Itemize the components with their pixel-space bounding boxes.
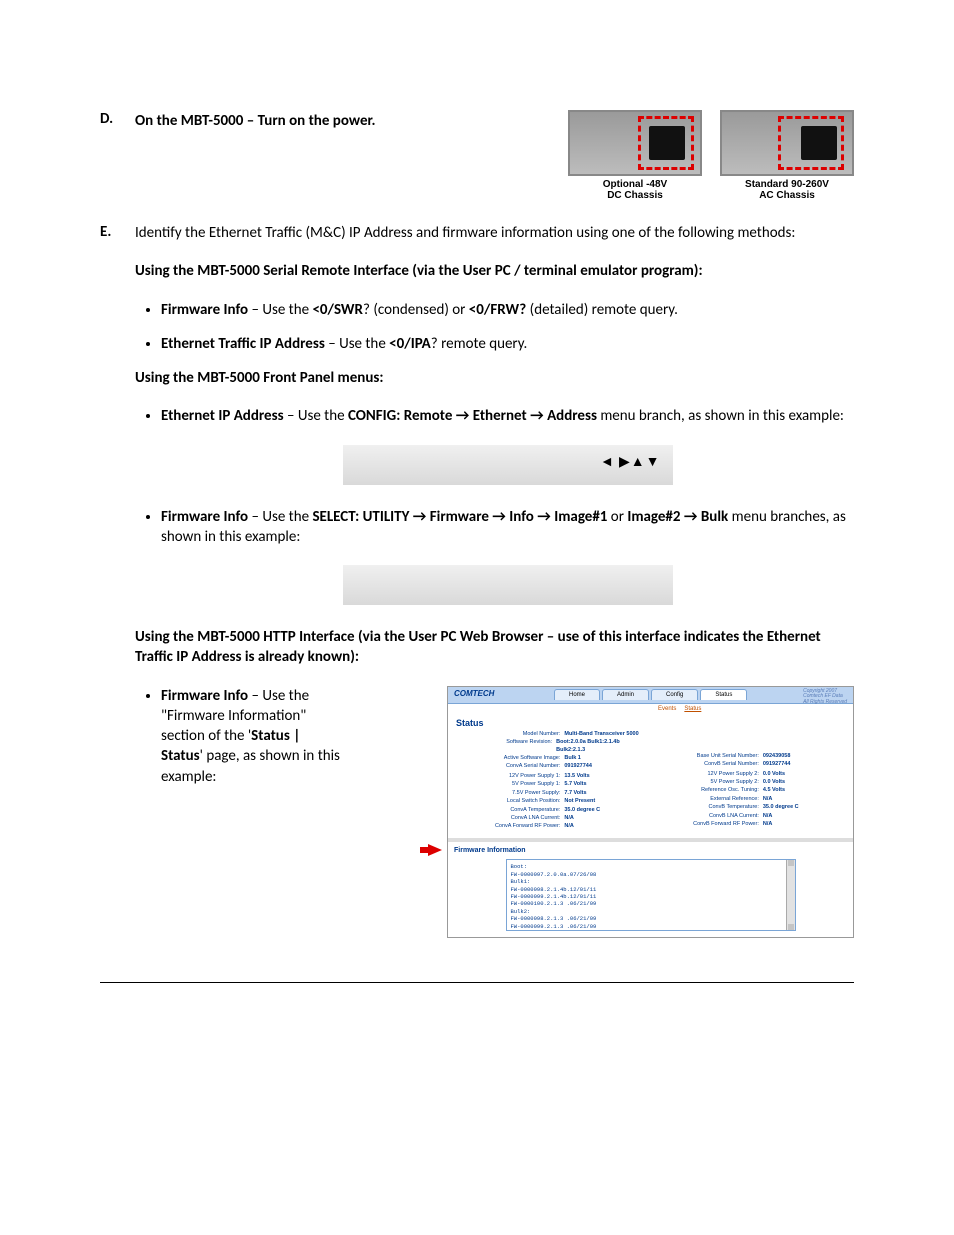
status-row: Model Number:Multi-Band Transceiver 5000 [460,731,643,738]
frontpanel-bullets: Ethernet IP Address – Use the CONFIG: Re… [135,406,854,605]
firmware-line: FW-0000100.2.1.3 .06/21/09 [511,900,791,907]
status-row: ConvB Temperature:35.0 degree C [658,804,841,811]
status-columns: Model Number:Multi-Band Transceiver 5000… [448,731,853,838]
photo2-caption-l2: AC Chassis [759,190,815,201]
http-bullets: Firmware Info – Use the "Firmware Inform… [135,686,854,938]
subtab-events[interactable]: Events [658,705,676,713]
firmware-section: Firmware Information Boot:FW-0000097.2.0… [448,838,853,931]
firmware-line: Bulk2: [511,908,791,915]
firmware-line: FW-0000098.2.1.3 .06/21/09 [511,915,791,922]
lcd-display-2 [343,565,673,605]
red-arrow-icon [428,844,442,856]
status-row: Local Switch Position:Not Present [460,798,643,805]
firmware-line: FW-0000100.2.1.3 .06/21/09 [511,930,791,931]
status-header: Status [448,713,853,731]
status-row: External Reference:N/A [658,796,841,803]
status-row: ConvB Serial Number:091927744 [658,761,841,768]
copyright-text: Copyright 2007 Comtech EF Data All Right… [803,689,847,706]
tab-home[interactable]: Home [554,689,600,700]
serial-heading: Using the MBT-5000 Serial Remote Interfa… [135,261,854,281]
comtech-logo: COMTECH [448,689,524,700]
status-row: Software Revision:Boot:2.0.0a Bulk1:2.1.… [460,739,643,754]
bullet-ip-frontpanel: Ethernet IP Address – Use the CONFIG: Re… [161,406,854,484]
bullet-fw-info-serial: Firmware Info – Use the <0/SWR? (condens… [161,300,854,320]
subtabs: Events Status [448,705,853,713]
firmware-info-title: Firmware Information [448,842,853,857]
lcd-display-1: ◄ ▶▲▼ [343,445,673,485]
step-e: E. Identify the Ethernet Traffic (M&C) I… [100,223,854,952]
status-row: 7.5V Power Supply:7.7 Volts [460,790,643,797]
browser-tabbar: COMTECH Home Admin Config Status Copyrig… [448,687,853,704]
status-row: 12V Power Supply 1:13.5 Volts [460,773,643,780]
photo2-caption-l1: Standard 90-260V [745,179,829,190]
firmware-line: Boot: [511,863,791,870]
status-page-screenshot: COMTECH Home Admin Config Status Copyrig… [447,686,854,938]
footer-rule [100,982,854,983]
http-heading: Using the MBT-5000 HTTP Interface (via t… [135,627,854,668]
scrollbar[interactable] [786,860,795,930]
bullet-ip-serial: Ethernet Traffic IP Address – Use the <0… [161,334,854,354]
tab-config[interactable]: Config [651,689,698,700]
status-row: Base Unit Serial Number:092439058 [658,753,841,760]
serial-bullets: Firmware Info – Use the <0/SWR? (condens… [135,300,854,355]
subtab-status[interactable]: Status [684,705,701,713]
chassis-photos: Optional -48V DC Chassis Standard 90-260… [568,110,854,201]
step-e-letter: E. [100,223,135,952]
firmware-text-box[interactable]: Boot:FW-0000097.2.0.0a.07/26/08Bulk1:FW-… [506,859,796,931]
status-row: ConvA Temperature:35.0 degree C [460,807,643,814]
status-row: ConvA Forward RF Power:N/A [460,823,643,830]
status-row: 5V Power Supply 1:5.7 Volts [460,781,643,788]
status-row: ConvB Forward RF Power:N/A [658,821,841,828]
photo1-caption-l1: Optional -48V [603,179,667,190]
step-d-text: On the MBT-5000 – Turn on the power. [135,110,556,130]
status-row: 12V Power Supply 2:0.0 Volts [658,771,841,778]
photo1-caption-l2: DC Chassis [607,190,663,201]
firmware-line: FW-0000099.2.1.4b.12/01/11 [511,893,791,900]
photo-ac-chassis [720,110,854,176]
document-page: D. On the MBT-5000 – Turn on the power. … [0,0,954,1235]
firmware-line: FW-0000098.2.1.4b.12/01/11 [511,886,791,893]
tab-admin[interactable]: Admin [602,689,649,700]
step-d: D. On the MBT-5000 – Turn on the power. … [100,110,854,201]
firmware-line: FW-0000099.2.1.3 .06/21/09 [511,923,791,930]
step-e-intro: Identify the Ethernet Traffic (M&C) IP A… [135,223,854,243]
status-row: ConvA LNA Current:N/A [460,815,643,822]
tab-status[interactable]: Status [700,689,747,700]
bullet-fw-http: Firmware Info – Use the "Firmware Inform… [161,686,854,938]
status-row: Active Software Image:Bulk 1 [460,755,643,762]
nav-arrows-icon: ◄ ▶▲▼ [600,453,661,472]
step-d-letter: D. [100,110,135,201]
status-row: 5V Power Supply 2:0.0 Volts [658,779,841,786]
frontpanel-heading: Using the MBT-5000 Front Panel menus: [135,368,854,388]
photo-dc-chassis [568,110,702,176]
status-row: ConvA Serial Number:091927744 [460,763,643,770]
status-row: ConvB LNA Current:N/A [658,813,841,820]
firmware-line: Bulk1: [511,878,791,885]
bullet-fw-frontpanel: Firmware Info – Use the SELECT: UTILITY … [161,507,854,606]
firmware-line: FW-0000097.2.0.0a.07/26/08 [511,871,791,878]
status-row: Reference Osc. Tuning:4.5 Volts [658,787,841,794]
